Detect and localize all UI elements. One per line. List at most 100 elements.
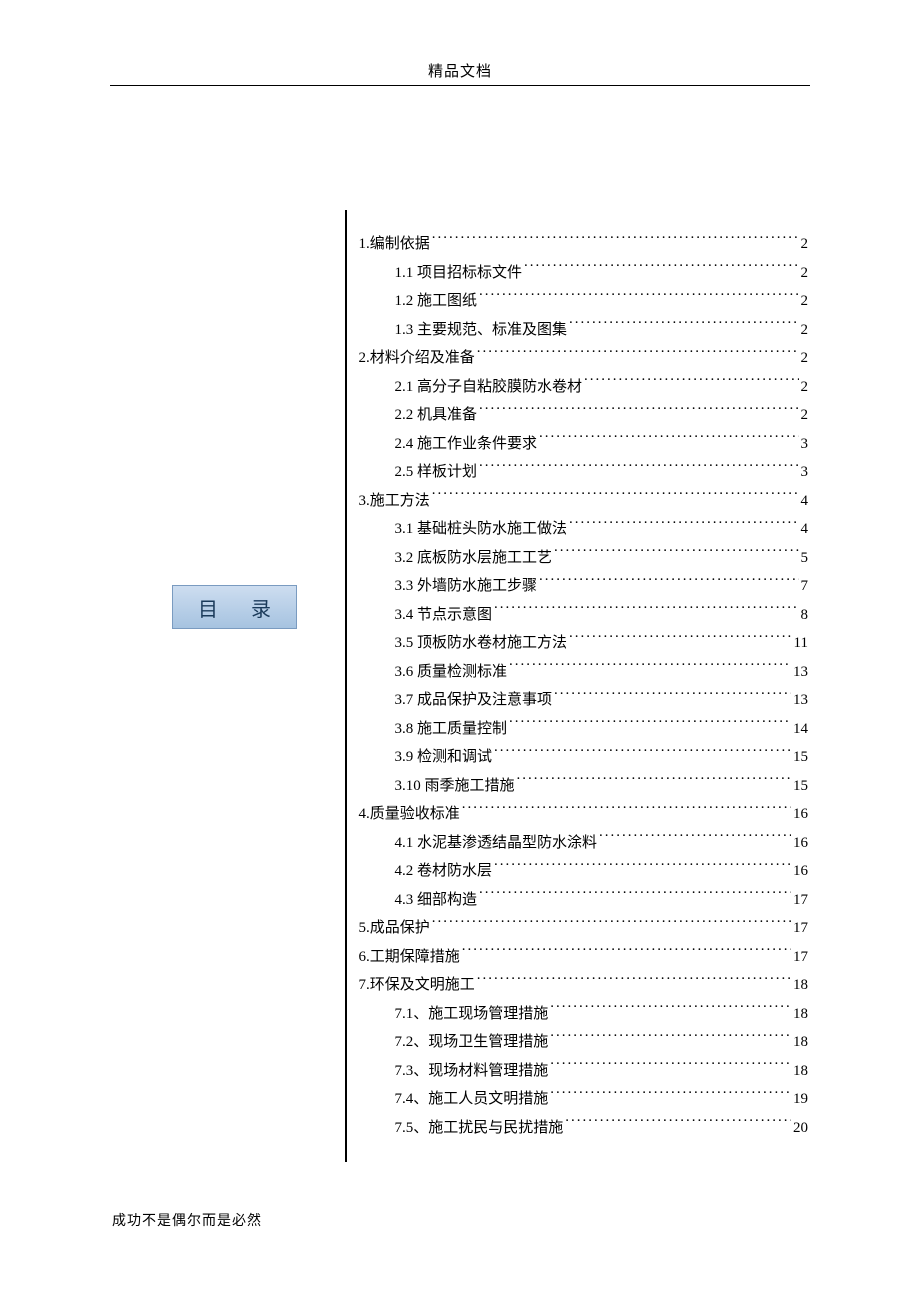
toc-entry: 3.3 外墙防水施工步骤 7 <box>359 572 809 601</box>
toc-entry-page: 2 <box>801 287 809 316</box>
toc-leader-dots <box>432 490 799 505</box>
toc-entry-label: 3.9 检测和调试 <box>395 743 493 772</box>
toc-entry-page: 4 <box>801 515 809 544</box>
toc-list: 1.编制依据21.1 项目招标标文件21.2 施工图纸21.3 主要规范、标准及… <box>347 200 920 1172</box>
toc-leader-dots <box>479 889 791 904</box>
toc-entry-label: 3.1 基础桩头防水施工做法 <box>395 515 568 544</box>
toc-entry: 2.5 样板计划3 <box>359 458 809 487</box>
toc-entry: 7.1、施工现场管理措施18 <box>359 1000 809 1029</box>
toc-leader-dots <box>432 233 799 248</box>
toc-entry: 1.2 施工图纸 2 <box>359 287 809 316</box>
header-rule <box>110 85 810 86</box>
toc-entry-page: 2 <box>801 259 809 288</box>
toc-leader-dots <box>479 461 798 476</box>
toc-entry: 3.4 节点示意图 8 <box>359 601 809 630</box>
toc-entry: 4.1 水泥基渗透结晶型防水涂料16 <box>359 829 809 858</box>
toc-entry: 1.3 主要规范、标准及图集2 <box>359 316 809 345</box>
toc-entry: 3.8 施工质量控制14 <box>359 715 809 744</box>
toc-entry-page: 17 <box>793 943 808 972</box>
toc-entry-page: 7 <box>801 572 809 601</box>
toc-leader-dots <box>584 376 798 391</box>
toc-entry-page: 15 <box>793 772 808 801</box>
content-area: 目 录 1.编制依据21.1 项目招标标文件21.2 施工图纸21.3 主要规范… <box>0 200 920 1172</box>
toc-entry: 2.2 机具准备2 <box>359 401 809 430</box>
toc-entry: 4.2 卷材防水层16 <box>359 857 809 886</box>
toc-entry-label: 1.2 施工图纸 <box>395 287 478 316</box>
toc-leader-dots <box>477 974 791 989</box>
toc-leader-dots <box>509 718 791 733</box>
toc-leader-dots <box>599 832 791 847</box>
toc-entry-page: 16 <box>793 857 808 886</box>
toc-entry: 7.2、现场卫生管理措施 18 <box>359 1028 809 1057</box>
toc-entry-page: 3 <box>801 458 809 487</box>
toc-entry-page: 17 <box>793 886 808 915</box>
toc-entry: 3.7 成品保护及注意事项 13 <box>359 686 809 715</box>
toc-entry-page: 5 <box>801 544 809 573</box>
toc-entry: 7.5、施工扰民与民扰措施 20 <box>359 1114 809 1143</box>
toc-entry: 3.1 基础桩头防水施工做法 4 <box>359 515 809 544</box>
header-title: 精品文档 <box>0 60 920 85</box>
toc-entry-label: 3.5 顶板防水卷材施工方法 <box>395 629 568 658</box>
toc-leader-dots <box>509 661 791 676</box>
toc-entry-label: 3.8 施工质量控制 <box>395 715 508 744</box>
toc-entry-page: 3 <box>801 430 809 459</box>
toc-entry-label: 2.4 施工作业条件要求 <box>395 430 538 459</box>
toc-entry-page: 2 <box>801 316 809 345</box>
toc-entry: 4.3 细部构造17 <box>359 886 809 915</box>
toc-leader-dots <box>494 746 791 761</box>
page-header: 精品文档 <box>0 0 920 86</box>
toc-leader-dots <box>569 319 798 334</box>
toc-title-badge: 目 录 <box>172 585 297 629</box>
toc-entry: 4.质量验收标准16 <box>359 800 809 829</box>
toc-leader-dots <box>565 1117 791 1132</box>
toc-entry-page: 2 <box>801 401 809 430</box>
page-footer: 成功不是偶尔而是必然 <box>112 1210 262 1230</box>
toc-entry-page: 17 <box>793 914 808 943</box>
left-column: 目 录 <box>0 200 345 1172</box>
toc-leader-dots <box>550 1003 791 1018</box>
toc-entry: 2.1 高分子自粘胶膜防水卷材2 <box>359 373 809 402</box>
toc-entry-page: 8 <box>801 601 809 630</box>
toc-entry-label: 3.施工方法 <box>359 487 430 516</box>
toc-entry-label: 7.2、现场卫生管理措施 <box>395 1028 549 1057</box>
toc-entry-label: 7.5、施工扰民与民扰措施 <box>395 1114 564 1143</box>
toc-leader-dots <box>569 518 798 533</box>
toc-entry: 7.环保及文明施工 18 <box>359 971 809 1000</box>
toc-entry: 1.1 项目招标标文件2 <box>359 259 809 288</box>
toc-entry: 3.10 雨季施工措施 15 <box>359 772 809 801</box>
toc-entry-page: 13 <box>793 686 808 715</box>
toc-entry-label: 6.工期保障措施 <box>359 943 460 972</box>
toc-leader-dots <box>479 290 798 305</box>
toc-entry-page: 15 <box>793 743 808 772</box>
toc-leader-dots <box>432 917 791 932</box>
toc-entry-label: 4.质量验收标准 <box>359 800 460 829</box>
toc-entry: 3.施工方法4 <box>359 487 809 516</box>
toc-entry-label: 3.10 雨季施工措施 <box>395 772 515 801</box>
toc-entry-page: 13 <box>793 658 808 687</box>
toc-entry-label: 3.3 外墙防水施工步骤 <box>395 572 538 601</box>
toc-entry: 2.4 施工作业条件要求 3 <box>359 430 809 459</box>
toc-entry-label: 3.7 成品保护及注意事项 <box>395 686 553 715</box>
toc-entry: 3.5 顶板防水卷材施工方法11 <box>359 629 809 658</box>
toc-entry-label: 7.3、现场材料管理措施 <box>395 1057 549 1086</box>
toc-entry: 7.3、现场材料管理措施18 <box>359 1057 809 1086</box>
toc-entry-label: 7.环保及文明施工 <box>359 971 475 1000</box>
toc-entry-page: 2 <box>801 344 809 373</box>
toc-leader-dots <box>524 262 798 277</box>
toc-entry-label: 3.4 节点示意图 <box>395 601 493 630</box>
toc-leader-dots <box>494 860 791 875</box>
toc-entry-page: 18 <box>793 971 808 1000</box>
toc-entry-page: 2 <box>801 230 809 259</box>
toc-leader-dots <box>550 1060 791 1075</box>
toc-entry: 2.材料介绍及准备 2 <box>359 344 809 373</box>
toc-entry-page: 18 <box>793 1028 808 1057</box>
toc-leader-dots <box>569 632 792 647</box>
toc-entry: 3.6 质量检测标准13 <box>359 658 809 687</box>
toc-entry-label: 3.2 底板防水层施工工艺 <box>395 544 553 573</box>
toc-entry-page: 19 <box>793 1085 808 1114</box>
toc-entry: 7.4、施工人员文明措施19 <box>359 1085 809 1114</box>
toc-entry-label: 2.材料介绍及准备 <box>359 344 475 373</box>
toc-entry: 5.成品保护17 <box>359 914 809 943</box>
toc-entry-page: 20 <box>793 1114 808 1143</box>
toc-leader-dots <box>539 575 798 590</box>
